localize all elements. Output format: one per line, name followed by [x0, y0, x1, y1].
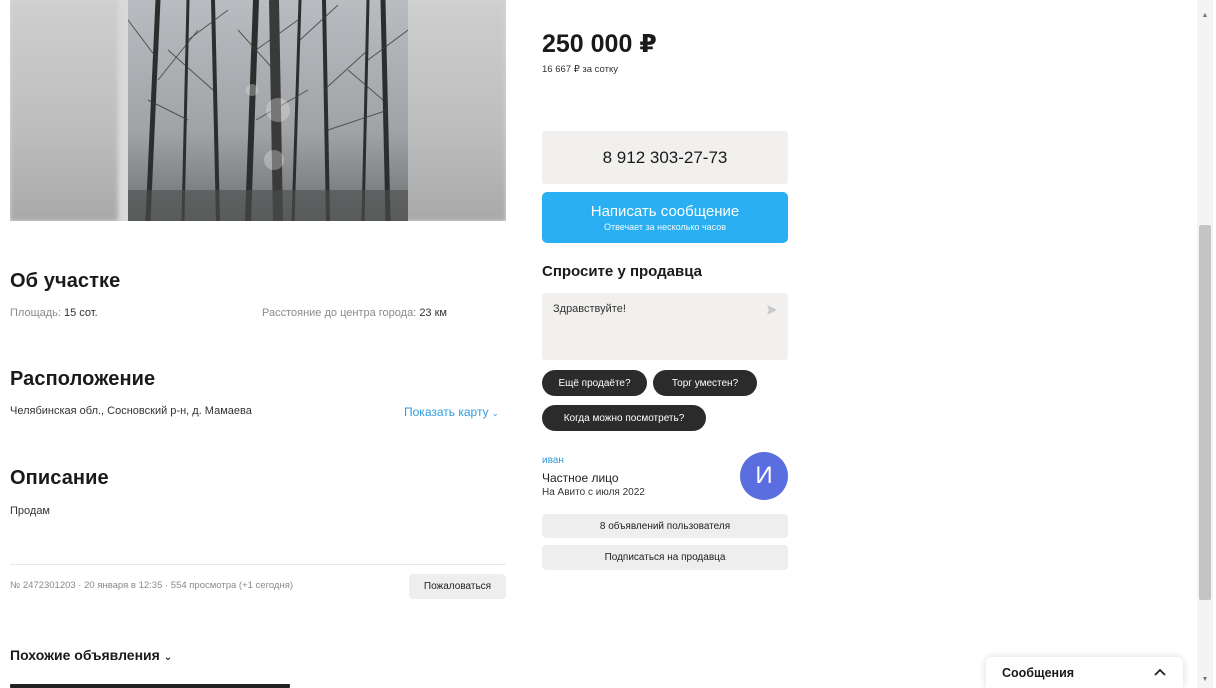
write-message-button[interactable]: Написать сообщение Отвечает за несколько…: [542, 192, 788, 243]
forest-photo: [128, 0, 408, 221]
write-message-label: Написать сообщение: [590, 203, 740, 220]
ask-seller-title: Спросите у продавца: [542, 263, 702, 280]
avatar[interactable]: И: [740, 452, 788, 500]
ask-seller-input[interactable]: Здравствуйте!: [542, 293, 788, 360]
scrollbar-thumb[interactable]: [1199, 225, 1211, 600]
quick-question-bargain[interactable]: Торг уместен?: [653, 370, 757, 396]
seller-type: Частное лицо: [542, 471, 619, 485]
chevron-down-icon: ⌄: [163, 652, 173, 663]
phone-button[interactable]: 8 912 303-27-73: [542, 131, 788, 184]
about-title: Об участке: [10, 270, 121, 292]
show-map-label: Показать карту: [404, 405, 489, 419]
area-info: Площадь: 15 сот.: [10, 307, 98, 319]
divider: [10, 564, 506, 565]
scroll-down-arrow-icon[interactable]: ▼: [1200, 674, 1210, 684]
quick-question-viewing[interactable]: Когда можно посмотреть?: [542, 405, 706, 431]
area-value: 15 сот.: [64, 307, 98, 319]
ask-seller-input-value: Здравствуйте!: [553, 303, 626, 315]
send-icon[interactable]: [766, 304, 778, 316]
subscribe-button[interactable]: Подписаться на продавца: [542, 545, 788, 570]
messages-label: Сообщения: [1002, 666, 1075, 680]
write-message-subtitle: Отвечает за несколько часов: [603, 222, 727, 232]
quick-question-still-selling[interactable]: Ещё продаёте?: [542, 370, 647, 396]
price: 250 000 ₽: [542, 30, 657, 58]
location-title: Расположение: [10, 368, 156, 390]
distance-info: Расстояние до центра города: 23 км: [262, 307, 447, 319]
chevron-up-icon[interactable]: [1153, 667, 1167, 677]
photo-blur-right: [398, 0, 506, 221]
next-section-heading-cutoff: [10, 684, 290, 688]
location-address: Челябинская обл., Сосновский р-н, д. Мам…: [10, 405, 252, 417]
show-map-link[interactable]: Показать карту ⌄: [404, 405, 499, 419]
seller-name[interactable]: иван: [542, 455, 564, 466]
similar-title: Похожие объявления: [10, 647, 160, 663]
seller-since: На Авито с июля 2022: [542, 487, 645, 498]
chevron-down-icon: ⌄: [491, 409, 499, 418]
area-label: Площадь:: [10, 307, 61, 319]
report-button[interactable]: Пожаловаться: [409, 574, 506, 599]
similar-header[interactable]: Похожие объявления ⌄: [10, 647, 172, 663]
listing-meta: № 2472301203 · 20 января в 12:35 · 554 п…: [10, 580, 294, 591]
photo-blur-left: [10, 0, 118, 221]
description-title: Описание: [10, 467, 109, 489]
messages-panel[interactable]: Сообщения: [986, 657, 1183, 688]
price-per-unit: 16 667 ₽ за сотку: [542, 64, 618, 75]
listing-photo[interactable]: [10, 0, 506, 221]
distance-value: 23 км: [419, 307, 447, 319]
distance-label: Расстояние до центра города:: [262, 307, 417, 319]
scroll-up-arrow-icon[interactable]: ▲: [1200, 10, 1210, 20]
description-text: Продам: [10, 505, 50, 517]
seller-ads-button[interactable]: 8 объявлений пользователя: [542, 514, 788, 538]
